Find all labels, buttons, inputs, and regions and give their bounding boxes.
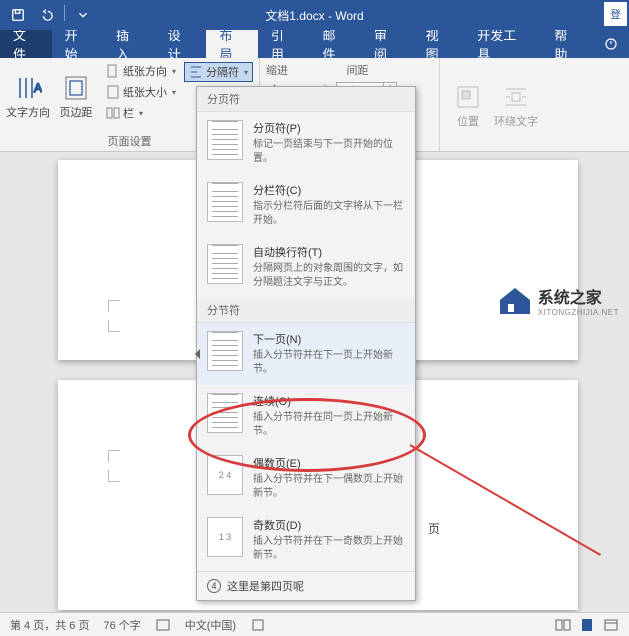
house-icon [498, 286, 532, 316]
dd-continuous-title: 连续(O) [253, 393, 405, 409]
breaks-dropdown: 分页符 分页符(P) 标记一页结束与下一页开始的位置。 分栏符(C) 指示分栏符后面… [196, 86, 416, 601]
chevron-down-icon: ▾ [172, 88, 176, 97]
qa-customize-icon[interactable] [73, 5, 93, 25]
dd-even-page[interactable]: 2 4 偶数页(E) 插入分节符并在下一偶数页上开始新节。 [197, 447, 415, 509]
text-direction-button[interactable]: A 文字方向 [6, 62, 50, 131]
size-label: 纸张大小 [123, 84, 167, 100]
dd-page-break-desc: 标记一页结束与下一页开始的位置。 [253, 138, 405, 166]
dd-section-page-breaks: 分页符 [197, 87, 415, 112]
status-language[interactable]: 中文(中国) [185, 617, 236, 633]
status-page[interactable]: 第 4 页，共 6 页 [10, 617, 89, 633]
window-title: 文档1.docx - Word [265, 7, 363, 24]
web-layout-icon[interactable] [603, 617, 619, 633]
qa-separator [64, 5, 65, 21]
tab-file[interactable]: 文件 [0, 30, 52, 58]
dd-next-page[interactable]: 下一页(N) 插入分节符并在下一页上开始新节。 [197, 323, 415, 385]
next-page-icon [207, 331, 243, 371]
status-bar: 第 4 页，共 6 页 76 个字 中文(中国) [0, 612, 629, 636]
ribbon-tabs: 文件 开始 插入 设计 布局 引用 邮件 审阅 视图 开发工具 帮助 [0, 30, 629, 58]
tab-layout[interactable]: 布局 [206, 30, 258, 58]
size-button[interactable]: 纸张大小 ▾ [102, 83, 180, 101]
tab-review[interactable]: 审阅 [361, 30, 413, 58]
arrange-group: 位置 环绕文字 [440, 58, 544, 151]
text-wrap-icon [207, 244, 243, 284]
undo-icon[interactable] [36, 5, 56, 25]
text-direction-label: 文字方向 [6, 104, 50, 120]
page-marker: 页 [428, 520, 440, 537]
continuous-icon [207, 393, 243, 433]
dd-next-page-title: 下一页(N) [253, 331, 405, 347]
chevron-down-icon: ▾ [139, 109, 143, 118]
status-words[interactable]: 76 个字 [103, 617, 140, 633]
tab-mailings[interactable]: 邮件 [309, 30, 361, 58]
dd-text-wrap[interactable]: 自动换行符(T) 分隔网页上的对象周围的文字，如分隔题注文字与正文。 [197, 236, 415, 298]
margins-button[interactable]: 页边距 [54, 62, 98, 131]
dd-even-page-title: 偶数页(E) [253, 455, 405, 471]
tab-help[interactable]: 帮助 [541, 30, 593, 58]
title-bar: 文档1.docx - Word 登 [0, 0, 629, 30]
chevron-down-icon: ▾ [172, 67, 176, 76]
tab-references[interactable]: 引用 [258, 30, 310, 58]
position-button[interactable]: 位置 [446, 62, 490, 149]
wrap-text-button[interactable]: 环绕文字 [494, 62, 538, 149]
page-break-icon [207, 120, 243, 160]
tab-view[interactable]: 视图 [413, 30, 465, 58]
tab-home[interactable]: 开始 [52, 30, 104, 58]
position-label: 位置 [457, 113, 479, 129]
dd-page-break[interactable]: 分页符(P) 标记一页结束与下一页开始的位置。 [197, 112, 415, 174]
dd-next-page-desc: 插入分节符并在下一页上开始新节。 [253, 349, 405, 377]
dd-odd-page-title: 奇数页(D) [253, 517, 405, 533]
column-break-icon [207, 182, 243, 222]
account-button[interactable]: 登 [604, 2, 627, 26]
watermark: 系统之家XITONGZHIJIA.NET [498, 284, 619, 317]
margins-label: 页边距 [60, 104, 93, 120]
dd-column-break-desc: 指示分栏符后面的文字将从下一栏开始。 [253, 200, 405, 228]
selection-arrow-icon [195, 349, 200, 359]
breaks-label: 分隔符 [206, 64, 239, 80]
print-layout-icon[interactable] [579, 617, 595, 633]
tell-me-icon[interactable] [593, 30, 629, 58]
note-text: 这里是第四页呢 [227, 578, 304, 594]
dd-text-wrap-title: 自动换行符(T) [253, 244, 405, 260]
note-number: 4 [207, 579, 221, 593]
dd-section-section-breaks: 分节符 [197, 298, 415, 323]
even-page-icon: 2 4 [207, 455, 243, 495]
odd-page-icon: 1 3 [207, 517, 243, 557]
svg-text:A: A [34, 81, 42, 95]
tab-insert[interactable]: 插入 [103, 30, 155, 58]
dd-continuous-desc: 插入分节符并在同一页上开始新节。 [253, 411, 405, 439]
tab-developer[interactable]: 开发工具 [464, 30, 541, 58]
breaks-button[interactable]: 分隔符 ▾ [184, 62, 253, 82]
dd-continuous[interactable]: 连续(O) 插入分节符并在同一页上开始新节。 [197, 385, 415, 447]
dd-odd-page-desc: 插入分节符并在下一奇数页上开始新节。 [253, 535, 405, 563]
dd-page-break-title: 分页符(P) [253, 120, 405, 136]
indent-label: 缩进 [266, 62, 288, 78]
dd-text-wrap-desc: 分隔网页上的对象周围的文字，如分隔题注文字与正文。 [253, 262, 405, 290]
dd-column-break-title: 分栏符(C) [253, 182, 405, 198]
watermark-sub: XITONGZHIJIA.NET [538, 308, 619, 317]
orientation-label: 纸张方向 [123, 63, 167, 79]
wrap-label: 环绕文字 [494, 113, 538, 129]
dd-column-break[interactable]: 分栏符(C) 指示分栏符后面的文字将从下一栏开始。 [197, 174, 415, 236]
dd-even-page-desc: 插入分节符并在下一偶数页上开始新节。 [253, 473, 405, 501]
spacing-label: 间距 [318, 62, 397, 78]
tab-design[interactable]: 设计 [155, 30, 207, 58]
watermark-title: 系统之家 [538, 284, 619, 308]
chevron-down-icon: ▾ [244, 68, 248, 77]
save-icon[interactable] [8, 5, 28, 25]
page-footer-note: 4 这里是第四页呢 [197, 571, 415, 600]
spellcheck-icon[interactable] [155, 617, 171, 633]
columns-button[interactable]: 栏▾ [102, 104, 180, 122]
columns-label: 栏 [123, 105, 134, 121]
read-mode-icon[interactable] [555, 617, 571, 633]
orientation-button[interactable]: 纸张方向 ▾ [102, 62, 180, 80]
accessibility-icon[interactable] [250, 617, 266, 633]
dd-odd-page[interactable]: 1 3 奇数页(D) 插入分节符并在下一奇数页上开始新节。 [197, 509, 415, 571]
